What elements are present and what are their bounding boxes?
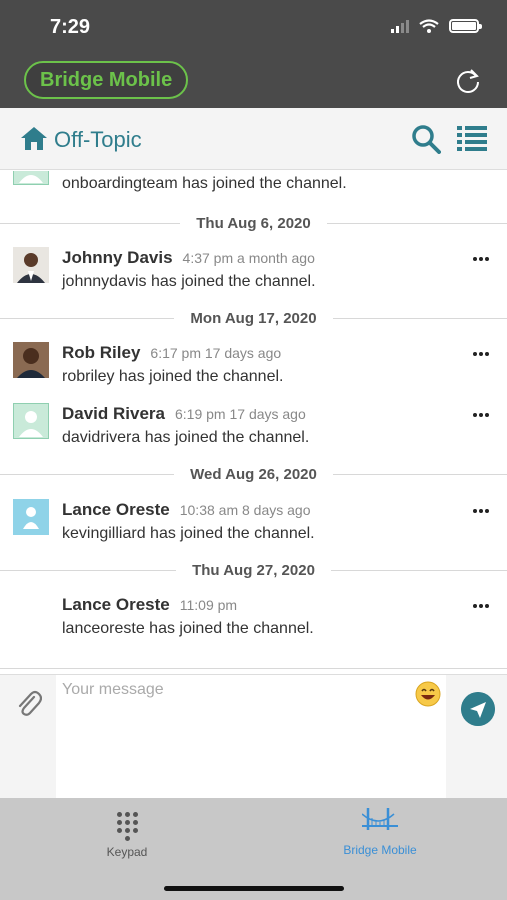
date-label: Wed Aug 26, 2020: [174, 466, 333, 483]
avatar[interactable]: [13, 342, 49, 378]
bridge-icon: [361, 808, 398, 830]
message-time: 6:17 pm 17 days ago: [150, 345, 282, 361]
message-row: Rob Riley 6:17 pm 17 days ago robriley ha…: [0, 336, 507, 396]
message-row: Lance Oreste 10:38 am 8 days ago kevingil…: [0, 493, 507, 553]
app-header: 7:29 Bridge Mobile: [0, 0, 507, 108]
sender-name: Lance Oreste 10:38 am 8 days ago: [62, 500, 311, 519]
message-row: Johnny Davis 4:37 pm a month ago johnnyda…: [0, 241, 507, 301]
message-text: davidrivera has joined the channel.: [62, 429, 310, 446]
more-options-icon[interactable]: [473, 604, 489, 608]
message-row: Lance Oreste 11:09 pm lanceoreste has joi…: [0, 588, 507, 648]
message-composer: [0, 674, 507, 799]
message-text: lanceoreste has joined the channel.: [62, 620, 314, 637]
battery-icon: [449, 19, 482, 33]
message-time: 10:38 am 8 days ago: [179, 502, 311, 518]
sender-name: Johnny Davis 4:37 pm a month ago: [62, 248, 315, 267]
status-icons: [391, 19, 482, 33]
tab-label: Bridge Mobile: [343, 843, 417, 857]
avatar[interactable]: [13, 403, 49, 439]
tab-bar: Keypad Bridge Mobile: [0, 798, 507, 900]
wifi-icon: [419, 19, 439, 33]
message-text: robriley has joined the channel.: [62, 368, 284, 385]
more-options-icon[interactable]: [473, 509, 489, 513]
search-icon[interactable]: [411, 124, 441, 154]
status-time: 7:29: [50, 16, 91, 38]
avatar[interactable]: [13, 499, 49, 535]
message-input[interactable]: [56, 675, 446, 799]
date-label: Thu Aug 6, 2020: [180, 215, 327, 232]
message-time: 4:37 pm a month ago: [182, 250, 315, 266]
avatar: [13, 171, 49, 185]
tab-bridge-mobile[interactable]: Bridge Mobile: [310, 804, 450, 864]
date-separator: Thu Aug 27, 2020: [0, 559, 507, 583]
date-separator: Thu Aug 6, 2020: [0, 212, 507, 236]
tab-label: Keypad: [106, 845, 148, 859]
channel-title: Off-Topic: [54, 127, 142, 152]
message-list[interactable]: onboardingteam has joined the channel. T…: [0, 171, 507, 674]
message-row: David Rivera 6:19 pm 17 days ago davidriv…: [0, 397, 507, 457]
date-label: Mon Aug 17, 2020: [174, 310, 333, 327]
refresh-icon[interactable]: [453, 66, 483, 96]
home-indicator: [164, 886, 344, 891]
channel-bar: Off-Topic: [0, 108, 507, 170]
sender-name: Lance Oreste 11:09 pm: [62, 595, 238, 614]
more-options-icon[interactable]: [473, 352, 489, 356]
message-time: 6:19 pm 17 days ago: [175, 406, 306, 422]
brand-button[interactable]: Bridge Mobile: [24, 61, 189, 99]
message-row: onboardingteam has joined the channel.: [0, 171, 507, 203]
date-separator: Mon Aug 17, 2020: [0, 307, 507, 331]
next-date-separator-clipped: [0, 657, 507, 674]
menu-list-icon[interactable]: [457, 125, 487, 151]
more-options-icon[interactable]: [473, 257, 489, 261]
message-text: johnnydavis has joined the channel.: [62, 273, 316, 290]
message-time: 11:09 pm: [179, 597, 238, 613]
signal-icon: [391, 19, 409, 33]
emoji-icon[interactable]: [415, 681, 441, 707]
more-options-icon[interactable]: [473, 413, 489, 417]
message-text: onboardingteam has joined the channel.: [62, 175, 347, 192]
message-text: kevingilliard has joined the channel.: [62, 525, 315, 542]
date-separator: Wed Aug 26, 2020: [0, 463, 507, 487]
tab-keypad[interactable]: Keypad: [57, 804, 197, 864]
date-label: Thu Aug 27, 2020: [176, 562, 331, 579]
keypad-icon: [116, 812, 138, 841]
home-icon[interactable]: [20, 125, 48, 151]
paperclip-icon[interactable]: [14, 687, 42, 717]
avatar[interactable]: [13, 247, 49, 283]
sender-name: David Rivera 6:19 pm 17 days ago: [62, 404, 306, 423]
sender-name: Rob Riley 6:17 pm 17 days ago: [62, 343, 282, 362]
send-icon[interactable]: [461, 692, 495, 726]
